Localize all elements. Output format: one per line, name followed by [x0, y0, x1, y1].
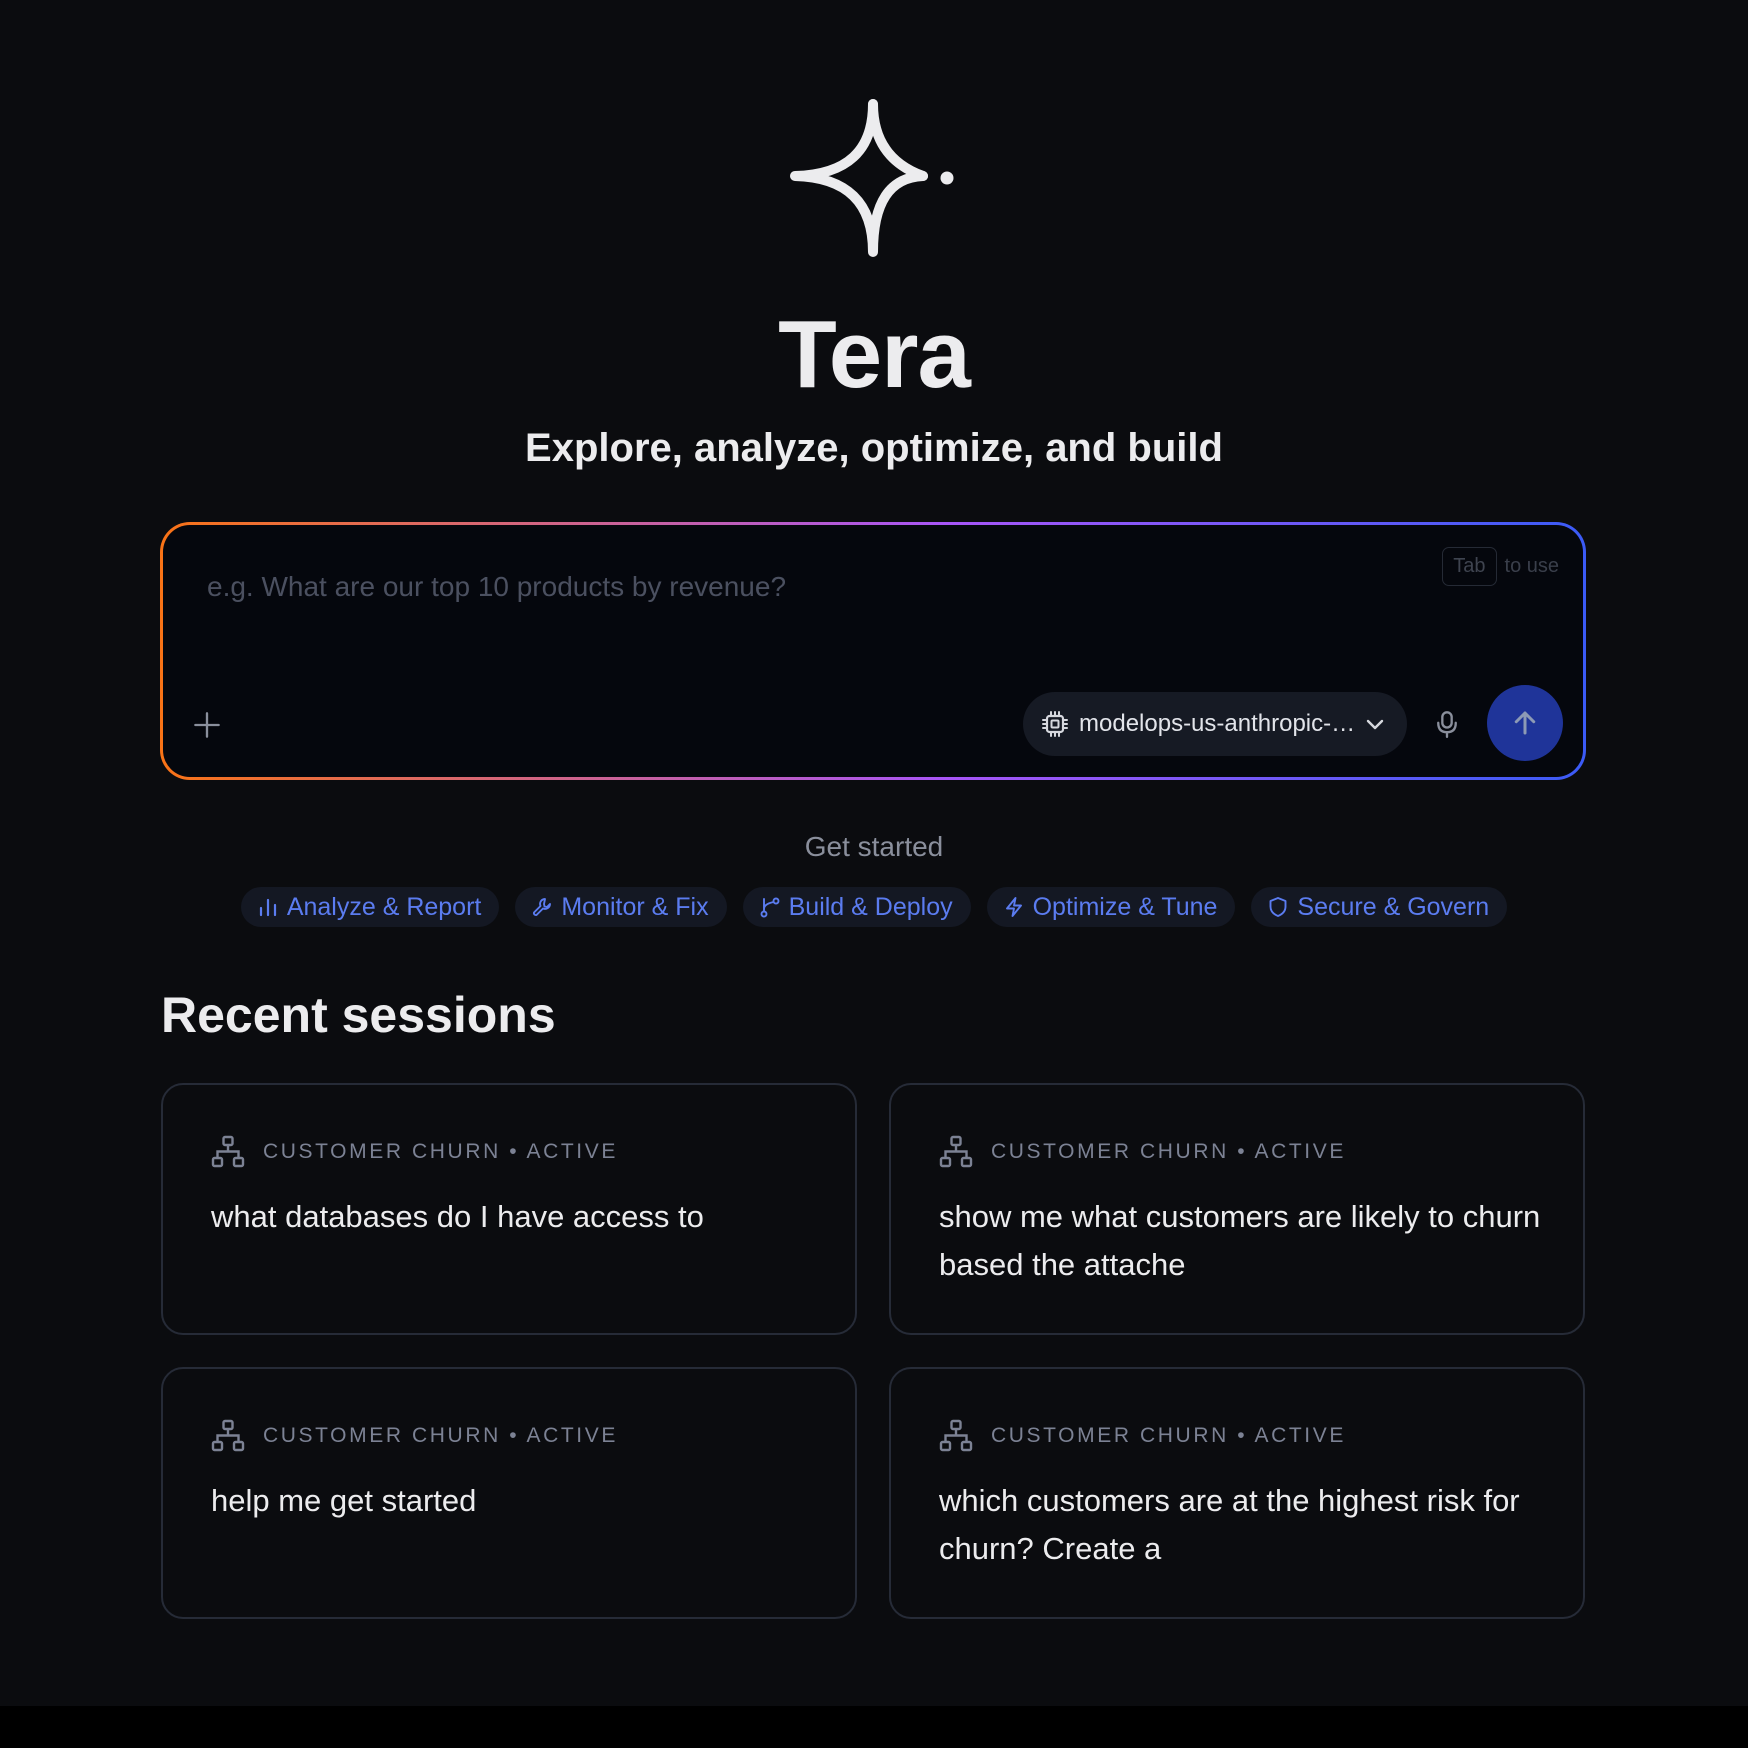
voice-input-button[interactable] [1428, 705, 1466, 743]
bar-chart-icon [259, 898, 276, 917]
session-card[interactable]: CUSTOMER CHURN • ACTIVE help me get star… [161, 1367, 857, 1619]
chip-label: Build & Deploy [788, 892, 953, 921]
app-subtitle: Explore, analyze, optimize, and build [525, 426, 1223, 470]
session-meta-label: CUSTOMER CHURN • ACTIVE [263, 1140, 618, 1163]
session-meta: CUSTOMER CHURN • ACTIVE [939, 1135, 1346, 1169]
session-meta-label: CUSTOMER CHURN • ACTIVE [991, 1424, 1346, 1447]
prompt-box-inner: Tab to use modelops-us-anthropic-… [163, 525, 1583, 777]
session-text: help me get started [211, 1483, 477, 1518]
arrow-up-icon [1514, 711, 1536, 735]
git-branch-icon [760, 897, 780, 918]
network-icon [211, 1419, 245, 1452]
chip-label: Monitor & Fix [561, 892, 709, 921]
session-meta: CUSTOMER CHURN • ACTIVE [211, 1419, 618, 1453]
session-card[interactable]: CUSTOMER CHURN • ACTIVE show me what cus… [889, 1083, 1585, 1335]
chip-build-deploy[interactable]: Build & Deploy [742, 887, 971, 927]
get-started-chips: Analyze & Report Monitor & Fix Build & D… [0, 887, 1748, 927]
prompt-input[interactable] [207, 559, 1307, 615]
chip-label: Secure & Govern [1297, 892, 1490, 921]
session-card[interactable]: CUSTOMER CHURN • ACTIVE which customers … [889, 1367, 1585, 1619]
shield-icon [1269, 897, 1287, 917]
network-icon [939, 1135, 973, 1168]
session-text: show me what customers are likely to chu… [939, 1199, 1541, 1282]
chip-analyze-report[interactable]: Analyze & Report [240, 887, 500, 927]
send-button[interactable] [1487, 685, 1563, 761]
model-select[interactable]: modelops-us-anthropic-… [1023, 692, 1407, 756]
chip-icon [1042, 711, 1068, 737]
chip-monitor-fix[interactable]: Monitor & Fix [515, 887, 727, 927]
network-icon [211, 1135, 245, 1168]
app-title: Tera [778, 301, 971, 408]
model-select-label: modelops-us-anthropic-… [1079, 710, 1356, 737]
prompt-box: Tab to use modelops-us-anthropic-… [160, 522, 1586, 780]
recent-sessions-title: Recent sessions [161, 987, 556, 1043]
chevron-down-icon [1366, 719, 1384, 730]
tab-hint: Tab to use [1442, 547, 1559, 586]
mic-icon [1437, 711, 1457, 738]
wrench-icon [533, 898, 552, 916]
plus-icon [194, 712, 220, 738]
session-meta: CUSTOMER CHURN • ACTIVE [939, 1419, 1346, 1453]
network-icon [939, 1419, 973, 1452]
session-meta-label: CUSTOMER CHURN • ACTIVE [263, 1424, 618, 1447]
chip-label: Optimize & Tune [1032, 892, 1218, 921]
session-text: what databases do I have access to [211, 1199, 704, 1234]
lightning-icon [1005, 897, 1022, 917]
session-meta-label: CUSTOMER CHURN • ACTIVE [991, 1140, 1346, 1163]
chip-optimize-tune[interactable]: Optimize & Tune [986, 887, 1236, 927]
session-text: which customers are at the highest risk … [939, 1483, 1520, 1566]
tab-hint-text: to use [1504, 555, 1559, 577]
session-card[interactable]: CUSTOMER CHURN • ACTIVE what databases d… [161, 1083, 857, 1335]
add-attachment-button[interactable] [187, 705, 227, 745]
chip-secure-govern[interactable]: Secure & Govern [1251, 887, 1508, 927]
chip-label: Analyze & Report [286, 892, 482, 921]
tab-key-badge: Tab [1442, 547, 1497, 586]
sparkle-icon [790, 99, 954, 257]
get-started-label: Get started [804, 831, 944, 862]
home-page: Tera Explore, analyze, optimize, and bui… [0, 0, 1748, 1706]
session-meta: CUSTOMER CHURN • ACTIVE [211, 1135, 618, 1169]
